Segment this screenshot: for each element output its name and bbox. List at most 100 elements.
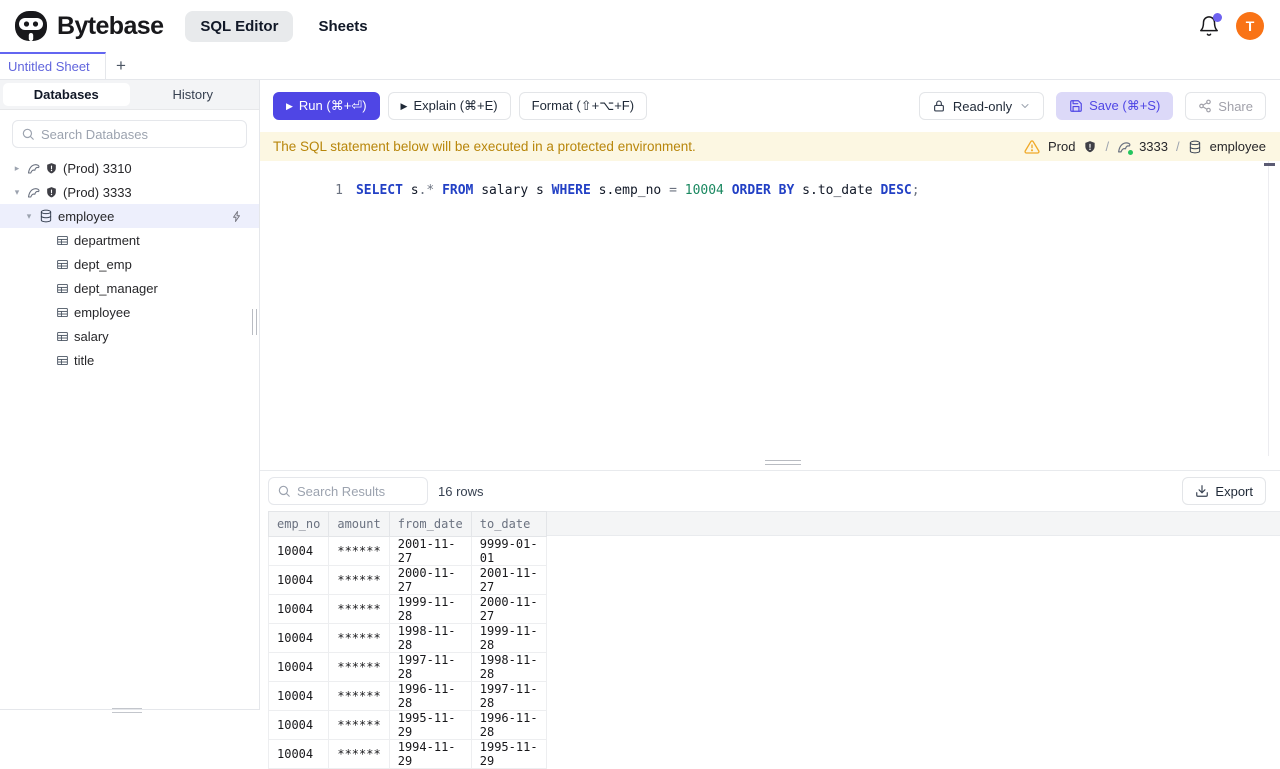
protected-environment-banner: The SQL statement below will be executed… (260, 132, 1280, 161)
user-avatar[interactable]: T (1236, 12, 1264, 40)
table-row[interactable]: 10004 ****** 1996-11-28 1997-11-28 (269, 682, 547, 711)
table-header-row: emp_no amount from_date to_date (269, 512, 547, 537)
tree-instance-3333[interactable]: ▾ (Prod) 3333 (0, 180, 259, 204)
sheet-tab-bar: Untitled Sheet + (0, 52, 1280, 80)
table-label: salary (74, 329, 109, 344)
sidebar-bottom-drag-handle[interactable] (112, 708, 142, 713)
table-icon (56, 330, 69, 343)
database-tree: ▸ (Prod) 3310 ▾ (0, 156, 259, 372)
mysql-engine-icon (27, 186, 40, 199)
row-count: 16 rows (438, 484, 484, 499)
caret-right-icon[interactable]: ▸ (12, 163, 22, 174)
table-row[interactable]: 10004 ****** 1995-11-29 1996-11-28 (269, 711, 547, 740)
connection-status-dot (1128, 150, 1133, 155)
lock-icon (932, 99, 946, 113)
sidebar-tabs: Databases History (0, 80, 259, 110)
brand[interactable]: Bytebase (14, 9, 163, 43)
caret-down-icon[interactable]: ▾ (24, 211, 34, 222)
banner-message: The SQL statement below will be executed… (273, 139, 696, 154)
save-icon (1069, 99, 1083, 113)
tree-table-title[interactable]: title (0, 348, 259, 372)
environment-label: Prod (1048, 139, 1075, 154)
export-button[interactable]: Export (1182, 477, 1266, 505)
table-row[interactable]: 10004 ****** 1997-11-28 1998-11-28 (269, 653, 547, 682)
line-number: 1 (307, 183, 343, 198)
sidebar-resize-handle[interactable] (252, 309, 257, 335)
save-button[interactable]: Save (⌘+S) (1056, 92, 1173, 120)
breadcrumb-separator: / (1105, 139, 1109, 154)
table-row[interactable]: 10004 ****** 2001-11-27 9999-01-01 (269, 537, 547, 566)
search-databases-input[interactable] (41, 127, 238, 142)
bytebase-logo-icon (14, 9, 48, 43)
editor-scrollbar-thumb[interactable] (1264, 163, 1275, 166)
add-sheet-button[interactable]: + (106, 52, 136, 79)
share-button[interactable]: Share (1185, 92, 1266, 120)
prod-shield-icon (45, 186, 58, 199)
tree-database-employee[interactable]: ▾ employee (0, 204, 259, 228)
instance-name[interactable]: 3333 (1139, 139, 1168, 154)
results-table-wrap: emp_no amount from_date to_date 10004 **… (260, 511, 1280, 769)
tree-table-dept-manager[interactable]: dept_manager (0, 276, 259, 300)
table-icon (56, 234, 69, 247)
results-panel: 16 rows Export emp_no amount (260, 470, 1280, 720)
breadcrumb-separator: / (1176, 139, 1180, 154)
sql-code-line[interactable]: 1SELECT s.* FROM salary s WHERE s.emp_no… (260, 168, 920, 213)
table-row[interactable]: 10004 ****** 1998-11-28 1999-11-28 (269, 624, 547, 653)
brand-name: Bytebase (57, 12, 163, 41)
format-button[interactable]: Format (⇧+⌥+F) (519, 92, 647, 120)
prod-shield-icon (1083, 140, 1097, 154)
table-icon (56, 354, 69, 367)
sql-editor[interactable]: 1SELECT s.* FROM salary s WHERE s.emp_no… (260, 161, 1280, 456)
mysql-engine-icon (1117, 140, 1131, 154)
nav-sheets[interactable]: Sheets (303, 11, 382, 42)
tree-table-employee[interactable]: employee (0, 300, 259, 324)
sheet-tab-untitled[interactable]: Untitled Sheet (0, 52, 106, 79)
topbar-right: T (1198, 12, 1264, 40)
column-header[interactable]: from_date (389, 512, 471, 537)
download-icon (1195, 484, 1209, 498)
table-label: title (74, 353, 94, 368)
readonly-mode-dropdown[interactable]: Read-only (919, 92, 1044, 120)
run-button[interactable]: ▶ Run (⌘+⏎) (273, 92, 380, 120)
share-icon (1198, 99, 1212, 113)
panel-split-drag-handle[interactable] (765, 460, 801, 465)
table-icon (56, 258, 69, 271)
play-icon: ▶ (401, 101, 408, 112)
results-search[interactable] (268, 477, 428, 505)
table-row[interactable]: 10004 ****** 1999-11-28 2000-11-27 (269, 595, 547, 624)
tree-table-dept-emp[interactable]: dept_emp (0, 252, 259, 276)
tree-table-salary[interactable]: salary (0, 324, 259, 348)
play-icon: ▶ (286, 101, 293, 112)
column-header[interactable]: amount (329, 512, 389, 537)
database-name[interactable]: employee (1210, 139, 1266, 154)
database-search[interactable] (12, 120, 247, 148)
results-table: emp_no amount from_date to_date 10004 **… (268, 511, 547, 769)
table-row[interactable]: 10004 ****** 2000-11-27 2001-11-27 (269, 566, 547, 595)
caret-down-icon[interactable]: ▾ (12, 187, 22, 198)
top-nav: SQL Editor Sheets (185, 11, 382, 42)
editor-toolbar: ▶ Run (⌘+⏎) ▶ Explain (⌘+E) Format (⇧+⌥+… (260, 80, 1280, 132)
column-header[interactable]: emp_no (269, 512, 329, 537)
tree-table-department[interactable]: department (0, 228, 259, 252)
nav-sql-editor[interactable]: SQL Editor (185, 11, 293, 42)
instance-label: (Prod) 3310 (63, 161, 132, 176)
search-icon (277, 484, 291, 498)
tree-instance-3310[interactable]: ▸ (Prod) 3310 (0, 156, 259, 180)
column-header[interactable]: to_date (471, 512, 546, 537)
database-label: employee (58, 209, 114, 224)
editor-scrollbar[interactable] (1268, 161, 1269, 456)
table-label: employee (74, 305, 130, 320)
sidebar: Databases History ▸ (0, 80, 260, 710)
mysql-engine-icon (27, 162, 40, 175)
notification-bell-icon[interactable] (1198, 15, 1220, 37)
top-bar: Bytebase SQL Editor Sheets T (0, 0, 1280, 52)
tab-databases[interactable]: Databases (3, 83, 130, 106)
lightning-icon[interactable] (231, 210, 243, 223)
search-results-input[interactable] (297, 484, 419, 499)
tab-history[interactable]: History (130, 83, 257, 106)
database-icon (1188, 140, 1202, 154)
explain-button[interactable]: ▶ Explain (⌘+E) (388, 92, 511, 120)
results-controls: 16 rows Export (260, 471, 1280, 505)
table-icon (56, 306, 69, 319)
table-row[interactable]: 10004 ****** 1994-11-29 1995-11-29 (269, 740, 547, 769)
